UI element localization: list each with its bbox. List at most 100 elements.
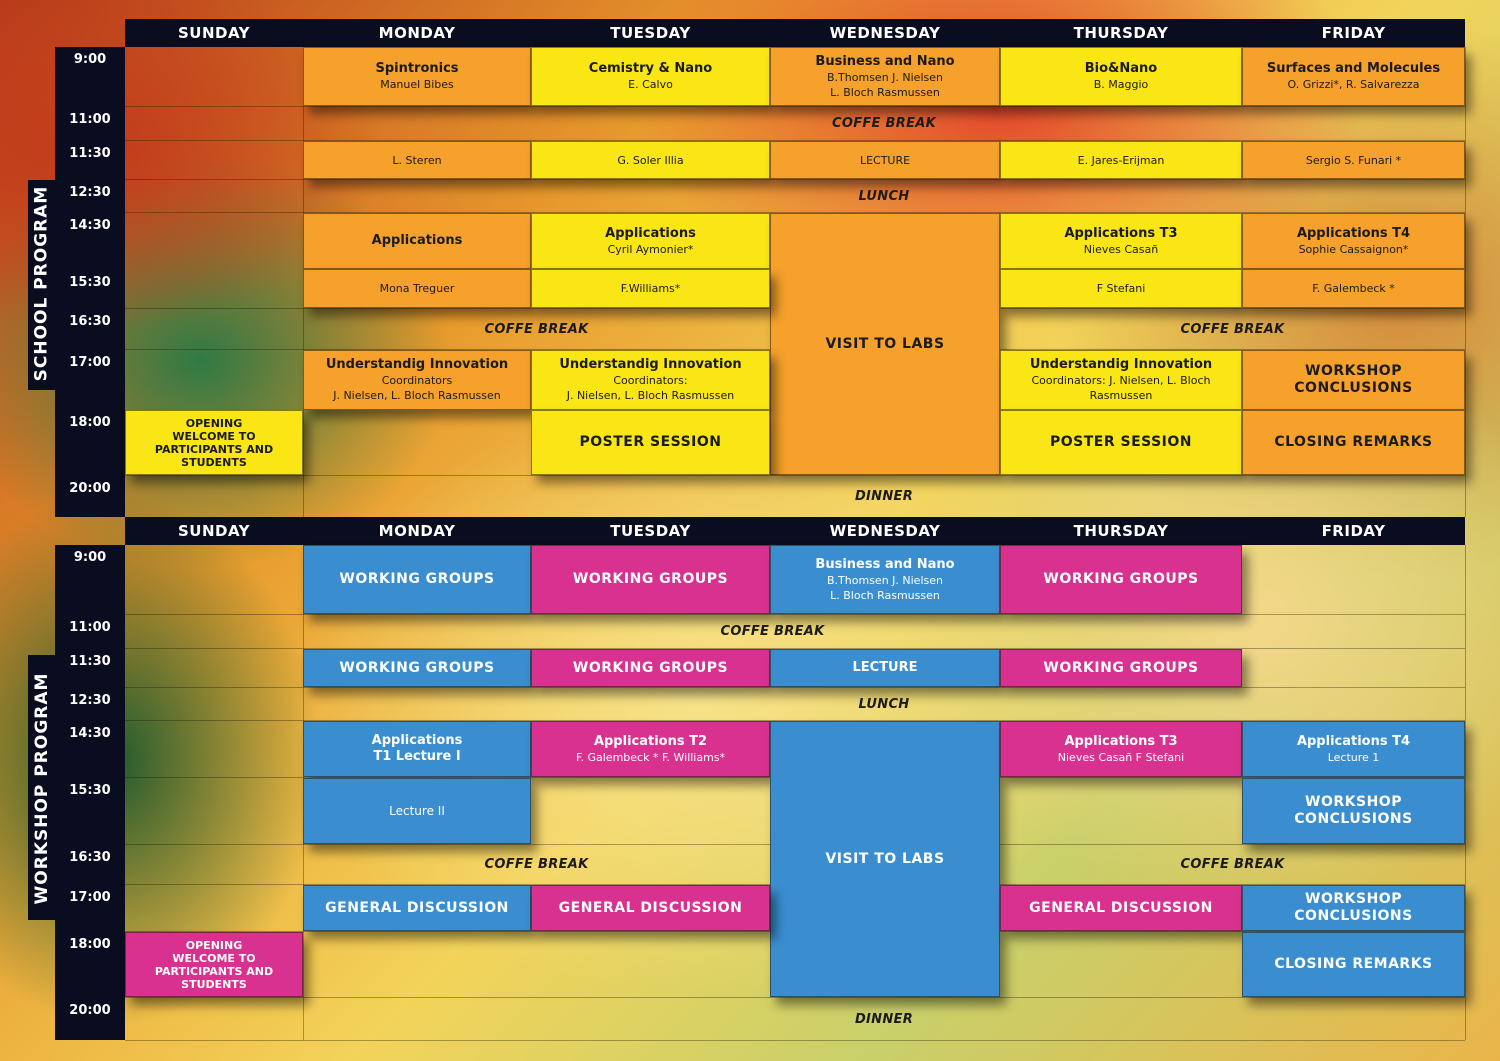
- session-title: WELCOME TO: [172, 951, 256, 965]
- school-mon-1530-session: Mona Treguer: [303, 269, 531, 308]
- session-title: WORKING GROUPS: [1043, 571, 1199, 587]
- workshop-time: 11:30: [69, 654, 111, 669]
- grid-line: [125, 1040, 1465, 1041]
- school-thu-18-poster-session: POSTER SESSION: [1000, 410, 1242, 475]
- workshop-fri-1430-session: Applications T4 Lecture 1: [1242, 721, 1465, 777]
- session-speaker: F. Galembeck * F. Williams*: [575, 750, 726, 764]
- session-speaker: Sergio S. Funari *: [1305, 153, 1402, 167]
- session-speaker: B.Thomsen J. Nielsen: [827, 573, 943, 587]
- session-speaker: LECTURE: [859, 153, 911, 167]
- school-fri-17-session: WORKSHOP CONCLUSIONS: [1242, 350, 1465, 410]
- session-title: GENERAL DISCUSSION: [558, 899, 743, 916]
- workshop-tue-1430-session: Applications T2 F. Galembeck * F. Willia…: [531, 721, 770, 777]
- session-speaker: Nieves Casañ: [1083, 242, 1159, 256]
- workshop-time: 12:30: [69, 693, 111, 708]
- session-title: CLOSING REMARKS: [1274, 956, 1433, 972]
- workshop-day-wednesday: WEDNESDAY: [829, 522, 941, 540]
- school-thu-17-session: Understandig Innovation Coordinators: J.…: [1000, 350, 1242, 410]
- school-tue-18-poster-session: POSTER SESSION: [531, 410, 770, 475]
- session-speaker: E. Jares-Erijman: [1077, 153, 1165, 167]
- workshop-tue-17-session: GENERAL DISCUSSION: [531, 885, 770, 931]
- session-title: OPENING: [185, 416, 243, 430]
- workshop-fri-17-session: WORKSHOP CONCLUSIONS: [1242, 885, 1465, 931]
- workshop-wed-visit-labs: VISIT TO LABS: [770, 721, 1000, 997]
- session-title: WORKING GROUPS: [572, 659, 729, 676]
- session-title: Applications: [605, 225, 696, 241]
- school-wed-visit-labs: VISIT TO LABS: [770, 213, 1000, 475]
- session-title: CONCLUSIONS: [1294, 380, 1413, 396]
- workshop-mon-1130-session: WORKING GROUPS: [303, 649, 531, 687]
- session-title: OPENING: [185, 938, 243, 952]
- session-title: Applications: [371, 733, 463, 748]
- school-thu-9-session: Bio&Nano B. Maggio: [1000, 47, 1242, 106]
- session-title: Bio&Nano: [1084, 61, 1158, 76]
- workshop-thu-9-session: WORKING GROUPS: [1000, 545, 1242, 614]
- workshop-day-thursday: THURSDAY: [1073, 522, 1169, 540]
- session-title: WORKING GROUPS: [339, 571, 495, 587]
- workshop-coffee-break: COFFE BREAK: [720, 624, 825, 639]
- session-speaker: G. Soler Illia: [617, 153, 684, 167]
- session-title: VISIT TO LABS: [825, 850, 945, 867]
- session-title: GENERAL DISCUSSION: [325, 899, 509, 916]
- session-title: Applications T2: [593, 733, 708, 749]
- workshop-day-tuesday: TUESDAY: [610, 522, 691, 540]
- school-tue-17-session: Understandig Innovation Coordinators: J.…: [531, 350, 770, 410]
- session-speaker: Cyril Aymonier*: [607, 242, 694, 256]
- school-time: 9:00: [73, 52, 107, 67]
- session-title: Understandig Innovation: [1029, 357, 1213, 372]
- session-title: VISIT TO LABS: [825, 335, 945, 352]
- workshop-fri-18-closing-remarks: CLOSING REMARKS: [1242, 932, 1465, 997]
- session-title: STUDENTS: [181, 977, 247, 991]
- workshop-mon-9-session: WORKING GROUPS: [303, 545, 531, 614]
- school-coffee-break: COFFE BREAK: [484, 321, 589, 337]
- session-speaker: F.Williams*: [620, 282, 681, 295]
- session-speaker: L. Bloch Rasmussen: [830, 85, 940, 99]
- school-fri-1430-session: Applications T4 Sophie Cassaignon*: [1242, 213, 1465, 269]
- session-speaker: L. Steren: [392, 153, 442, 167]
- school-fri-1130-session: Sergio S. Funari *: [1242, 141, 1465, 179]
- school-thu-1530-session: F Stefani: [1000, 269, 1242, 308]
- workshop-mon-1430-session: Applications T1 Lecture I: [303, 721, 531, 777]
- session-title: STUDENTS: [181, 455, 247, 469]
- workshop-time: 11:00: [69, 620, 111, 635]
- school-day-sunday: SUNDAY: [177, 24, 251, 42]
- session-speaker: B.Thomsen J. Nielsen: [827, 70, 943, 84]
- session-speaker: F Stefani: [1096, 282, 1146, 295]
- session-speaker: L. Bloch Rasmussen: [830, 588, 940, 602]
- session-title: Business and Nano: [815, 556, 955, 572]
- session-title: Business and Nano: [815, 53, 955, 69]
- school-thu-1430-session: Applications T3 Nieves Casañ: [1000, 213, 1242, 269]
- session-title: POSTER SESSION: [579, 434, 722, 450]
- session-speaker: Lecture 1: [1327, 750, 1380, 764]
- school-fri-9-session: Surfaces and Molecules O. Grizzi*, R. Sa…: [1242, 47, 1465, 106]
- school-wed-1130-session: LECTURE: [770, 141, 1000, 179]
- session-title: POSTER SESSION: [1049, 434, 1193, 450]
- school-tue-1130-session: G. Soler Illia: [531, 141, 770, 179]
- school-time: 16:30: [69, 314, 111, 329]
- session-speaker: E. Calvo: [628, 78, 673, 91]
- session-speaker: J. Nielsen, L. Bloch Rasmussen: [333, 389, 501, 402]
- workshop-time: 9:00: [73, 550, 107, 565]
- school-lunch: LUNCH: [858, 188, 910, 204]
- school-time: 18:00: [69, 415, 111, 430]
- session-speaker: Rasmussen: [1089, 389, 1153, 402]
- session-title: Applications: [371, 233, 463, 248]
- school-day-tuesday: TUESDAY: [610, 24, 691, 42]
- session-title: PARTICIPANTS AND: [154, 442, 274, 456]
- workshop-program-label: WORKSHOP PROGRAM: [31, 672, 52, 905]
- workshop-lunch: LUNCH: [858, 696, 910, 712]
- school-time: 20:00: [69, 481, 111, 496]
- session-title: Understandig Innovation: [325, 357, 509, 372]
- workshop-time: 15:30: [69, 783, 111, 798]
- grid-line: [1465, 47, 1466, 517]
- school-time: 14:30: [69, 218, 111, 233]
- workshop-thu-17-session: GENERAL DISCUSSION: [1000, 885, 1242, 931]
- school-mon-17-session: Understandig Innovation Coordinators J. …: [303, 350, 531, 410]
- session-title: T1 Lecture I: [373, 749, 461, 764]
- workshop-coffee-break: COFFE BREAK: [1180, 857, 1285, 872]
- school-mon-1130-session: L. Steren: [303, 141, 531, 179]
- workshop-tue-9-session: WORKING GROUPS: [531, 545, 770, 614]
- workshop-sun-18-opening: OPENING WELCOME TO PARTICIPANTS AND STUD…: [125, 932, 303, 997]
- school-wed-9-session: Business and Nano B.Thomsen J. Nielsen L…: [770, 47, 1000, 106]
- school-day-wednesday: WEDNESDAY: [829, 24, 941, 42]
